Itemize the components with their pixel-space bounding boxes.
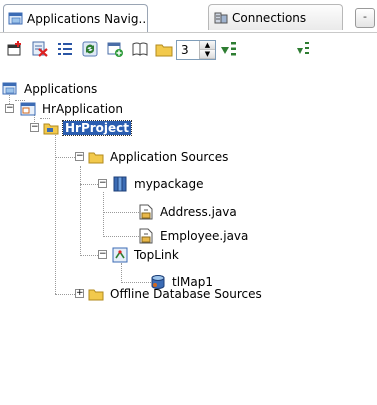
sort-filter-icon[interactable] xyxy=(219,40,237,58)
collapse-toplink-toggle[interactable]: − xyxy=(98,250,107,259)
tree-node-application-sources[interactable]: Application Sources xyxy=(88,148,230,166)
tree-node-label: Application Sources xyxy=(110,150,229,164)
tab-connections[interactable]: Connections xyxy=(208,4,343,30)
tree-node-applications[interactable]: Applications xyxy=(2,80,99,98)
delete-icon[interactable] xyxy=(31,40,49,58)
tree-node-hrproject[interactable]: HrProject xyxy=(43,119,133,137)
level-value[interactable]: 3 xyxy=(177,43,199,57)
java-file-icon xyxy=(139,204,153,220)
tree-node-label: mypackage xyxy=(134,177,204,191)
tab-applications-navigator[interactable]: Applications Navig... xyxy=(3,4,148,32)
tree-node-label: TopLink xyxy=(134,248,179,262)
connections-icon xyxy=(214,12,228,23)
tab-strip: Applications Navig... Connections - xyxy=(0,0,377,33)
tree-node-label: Employee.java xyxy=(160,229,249,243)
tree-node-address-java[interactable]: Address.java xyxy=(138,203,239,221)
add-to-project-icon[interactable] xyxy=(106,40,124,58)
toplink-icon xyxy=(112,247,128,263)
level-spinner[interactable]: 3 ▲ ▼ xyxy=(176,40,216,60)
tab-label: Connections xyxy=(232,10,307,25)
tree-node-label: HrApplication xyxy=(42,102,124,116)
tab-overflow-button[interactable]: - xyxy=(355,8,375,28)
tree-node-label: HrProject xyxy=(61,120,133,136)
applications-icon xyxy=(2,82,17,95)
folder-icon xyxy=(88,152,104,164)
tree-node-label: Address.java xyxy=(160,205,237,219)
spin-down-button[interactable]: ▼ xyxy=(200,50,215,59)
folder-icon[interactable] xyxy=(155,40,173,58)
sort-filter-icon[interactable] xyxy=(296,40,310,58)
collapse-hrapplication-toggle[interactable]: − xyxy=(5,104,14,113)
collapse-hrproject-toggle[interactable]: − xyxy=(30,123,39,132)
tree-node-label: Applications xyxy=(24,82,98,96)
collapse-application-sources-toggle[interactable]: − xyxy=(75,152,84,161)
library-icon[interactable] xyxy=(131,40,149,58)
tab-label: Applications Navig... xyxy=(27,11,148,26)
expand-offline-database-sources-toggle[interactable]: + xyxy=(75,289,84,298)
tree-node-employee-java[interactable]: Employee.java xyxy=(138,227,250,245)
collapse-mypackage-toggle[interactable]: − xyxy=(98,179,107,188)
package-icon xyxy=(113,176,127,192)
project-folder-icon xyxy=(43,123,59,135)
tree-node-mypackage[interactable]: mypackage xyxy=(112,175,205,193)
folder-icon xyxy=(88,289,104,301)
new-application-icon[interactable] xyxy=(6,40,24,58)
application-icon xyxy=(20,102,36,116)
navigator-tree: − − − − − + Applications HrApplication H… xyxy=(0,70,377,405)
tree-node-offline-database-sources[interactable]: Offline Database Sources xyxy=(88,285,264,303)
spin-up-button[interactable]: ▲ xyxy=(200,41,215,50)
applications-icon xyxy=(8,12,23,24)
tree-node-label: Offline Database Sources xyxy=(110,287,262,301)
java-file-icon xyxy=(139,228,153,244)
tree-node-hrapplication[interactable]: HrApplication xyxy=(20,100,125,118)
refresh-icon[interactable] xyxy=(81,40,99,58)
tree-node-toplink[interactable]: TopLink xyxy=(112,246,181,264)
properties-icon[interactable] xyxy=(56,40,74,58)
